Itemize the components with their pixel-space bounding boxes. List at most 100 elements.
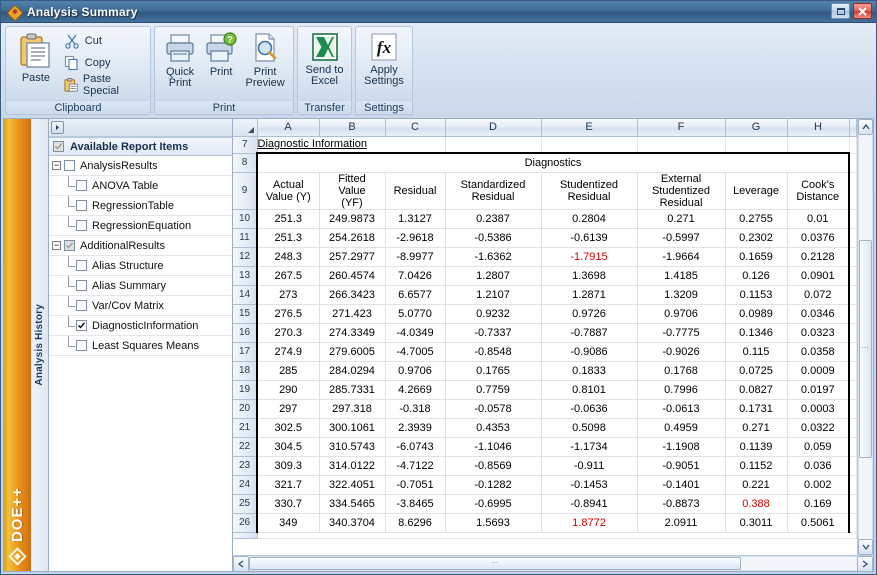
row-header-19[interactable]: 19 — [233, 380, 258, 400]
vertical-scrollbar[interactable]: ⋯ — [857, 119, 873, 555]
tree-item-checkbox[interactable] — [76, 220, 87, 231]
tree-item-regressionequation[interactable]: RegressionEquation — [49, 215, 232, 236]
table-cell[interactable]: 0.1768 — [637, 361, 726, 381]
row-header-7[interactable]: 7 — [233, 136, 258, 154]
tree-item-additionalresults[interactable]: − AdditionalResults — [49, 236, 232, 256]
cut-button[interactable]: Cut — [62, 30, 146, 52]
table-cell-highlighted[interactable]: -1.7915 — [541, 247, 638, 267]
table-cell[interactable]: -0.8569 — [445, 456, 542, 476]
table-cell[interactable]: 302.5 — [256, 418, 320, 438]
tree-item-anova-table[interactable]: ANOVA Table — [49, 175, 232, 196]
table-cell[interactable]: 8.6296 — [385, 513, 446, 533]
tree-item-regressiontable[interactable]: RegressionTable — [49, 195, 232, 216]
table-cell[interactable]: -0.7775 — [637, 323, 726, 343]
table-cell[interactable]: 0.9232 — [445, 304, 542, 324]
table-cell[interactable]: 1.2107 — [445, 285, 542, 305]
send-to-excel-button[interactable]: Send to Excel — [302, 29, 347, 87]
tree-item-checkbox[interactable] — [76, 300, 87, 311]
print-button[interactable]: ? Print — [201, 29, 241, 78]
table-cell[interactable]: 0.0827 — [725, 380, 788, 400]
table-cell[interactable]: 297.318 — [319, 399, 386, 419]
quick-print-button[interactable]: Quick Print — [159, 29, 201, 89]
row-header-10[interactable]: 10 — [233, 209, 258, 229]
tree-item-checkbox[interactable] — [76, 260, 87, 271]
table-cell[interactable]: -0.7051 — [385, 475, 446, 495]
paste-special-button[interactable]: Paste Special — [62, 73, 146, 97]
table-cell[interactable]: 270.3 — [256, 323, 320, 343]
table-cell[interactable]: 0.1765 — [445, 361, 542, 381]
table-cell[interactable]: 322.4051 — [319, 475, 386, 495]
paste-button[interactable]: Paste — [10, 29, 62, 84]
table-cell[interactable]: 254.2618 — [319, 228, 386, 248]
table-cell[interactable]: -0.6139 — [541, 228, 638, 248]
tree-item-checkbox[interactable] — [64, 160, 75, 171]
column-header-g[interactable]: G — [725, 119, 788, 137]
table-cell[interactable]: 0.4353 — [445, 418, 542, 438]
table-cell[interactable]: 0.0989 — [725, 304, 788, 324]
table-cell[interactable]: 314.0122 — [319, 456, 386, 476]
row-header-26[interactable]: 26 — [233, 513, 258, 533]
table-cell[interactable]: 304.5 — [256, 437, 320, 457]
table-cell[interactable]: 330.7 — [256, 494, 320, 514]
table-cell[interactable]: 284.0294 — [319, 361, 386, 381]
table-cell[interactable]: 0.271 — [725, 418, 788, 438]
table-cell[interactable]: -0.7337 — [445, 323, 542, 343]
table-cell[interactable]: 0.4959 — [637, 418, 726, 438]
table-cell[interactable]: -0.7887 — [541, 323, 638, 343]
table-cell[interactable]: 349 — [256, 513, 320, 533]
table-cell[interactable]: 0.0323 — [787, 323, 850, 343]
table-cell[interactable]: 0.3011 — [725, 513, 788, 533]
table-cell[interactable]: 0.0376 — [787, 228, 850, 248]
table-cell[interactable]: 0.0197 — [787, 380, 850, 400]
table-cell[interactable]: 266.3423 — [319, 285, 386, 305]
table-cell[interactable]: 0.1731 — [725, 399, 788, 419]
table-cell[interactable]: 249.9873 — [319, 209, 386, 229]
row-header-22[interactable]: 22 — [233, 437, 258, 457]
tree-item-checkbox[interactable] — [76, 320, 87, 331]
table-cell[interactable]: -4.7005 — [385, 342, 446, 362]
table-cell[interactable]: 0.1833 — [541, 361, 638, 381]
table-cell[interactable]: -0.0636 — [541, 399, 638, 419]
table-cell[interactable]: -0.9086 — [541, 342, 638, 362]
table-cell[interactable]: 0.1153 — [725, 285, 788, 305]
table-cell[interactable]: 0.2755 — [725, 209, 788, 229]
table-cell[interactable]: 1.3127 — [385, 209, 446, 229]
table-cell[interactable]: 0.0009 — [787, 361, 850, 381]
table-cell[interactable]: 334.5465 — [319, 494, 386, 514]
table-cell[interactable]: -2.9618 — [385, 228, 446, 248]
table-cell[interactable]: 1.3698 — [541, 266, 638, 286]
table-cell[interactable]: 276.5 — [256, 304, 320, 324]
table-cell[interactable]: -0.911 — [541, 456, 638, 476]
table-cell[interactable]: -0.9026 — [637, 342, 726, 362]
table-cell[interactable]: 6.6577 — [385, 285, 446, 305]
table-cell[interactable]: 0.2804 — [541, 209, 638, 229]
table-cell[interactable]: -0.1282 — [445, 475, 542, 495]
horizontal-scroll-track[interactable]: ⋯ — [249, 556, 857, 571]
row-header-20[interactable]: 20 — [233, 399, 258, 419]
table-cell[interactable]: 0.126 — [725, 266, 788, 286]
tree-item-checkbox[interactable] — [76, 280, 87, 291]
table-cell[interactable]: 251.3 — [256, 209, 320, 229]
row-header-23[interactable]: 23 — [233, 456, 258, 476]
table-cell[interactable]: 0.0901 — [787, 266, 850, 286]
column-header-a[interactable]: A — [257, 119, 320, 137]
table-cell[interactable]: 1.2807 — [445, 266, 542, 286]
table-cell[interactable]: -0.318 — [385, 399, 446, 419]
table-cell[interactable]: -1.6362 — [445, 247, 542, 267]
tree-toggle-icon[interactable]: − — [52, 241, 61, 250]
table-cell[interactable]: 0.072 — [787, 285, 850, 305]
tree-header[interactable]: Available Report Items — [49, 137, 232, 156]
vertical-scroll-track[interactable]: ⋯ — [858, 135, 873, 539]
table-cell[interactable]: 1.4185 — [637, 266, 726, 286]
table-cell[interactable]: 0.2387 — [445, 209, 542, 229]
table-cell[interactable]: 5.0770 — [385, 304, 446, 324]
table-cell[interactable]: 7.0426 — [385, 266, 446, 286]
table-cell[interactable]: 0.1152 — [725, 456, 788, 476]
row-header-8[interactable]: 8 — [233, 153, 258, 173]
table-cell[interactable]: 1.2871 — [541, 285, 638, 305]
row-header-11[interactable]: 11 — [233, 228, 258, 248]
analysis-history-tab[interactable]: Analysis History — [31, 118, 48, 572]
table-cell[interactable]: -3.8465 — [385, 494, 446, 514]
table-cell[interactable]: 300.1061 — [319, 418, 386, 438]
row-header-18[interactable]: 18 — [233, 361, 258, 381]
